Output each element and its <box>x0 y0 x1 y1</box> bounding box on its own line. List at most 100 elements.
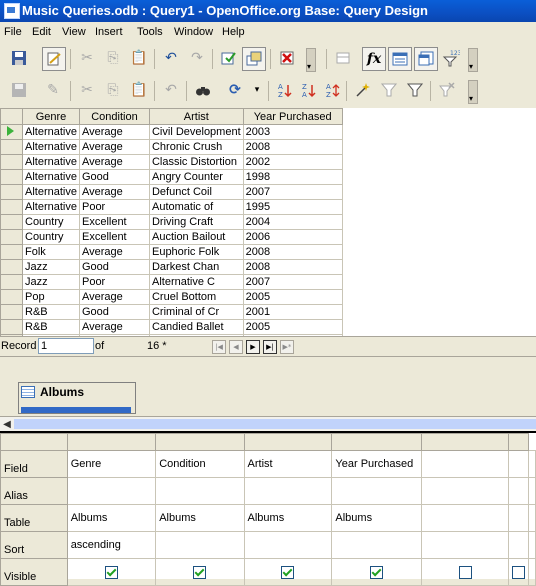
sort-cell[interactable] <box>243 531 333 559</box>
table-cell[interactable]: Euphoric Folk <box>148 244 244 260</box>
table-cell[interactable]: Average <box>78 289 150 305</box>
save-record-icon[interactable] <box>8 79 30 101</box>
row-selector[interactable] <box>0 154 23 170</box>
table-cell[interactable]: 2002 <box>242 154 343 170</box>
sort-ascending-icon[interactable]: AZ <box>274 79 296 101</box>
table-row[interactable]: Folk Average Euphoric Folk 2008 <box>0 244 343 260</box>
table-cell[interactable]: Jazz <box>22 274 80 290</box>
table-cell[interactable]: Darkest Chan <box>148 259 244 275</box>
paste-icon[interactable]: 📋 <box>128 47 150 69</box>
row-selector[interactable] <box>0 289 23 305</box>
table-cell[interactable]: Candied Ballet <box>148 319 244 335</box>
redo-icon[interactable]: ↷ <box>186 47 208 69</box>
alias-cell[interactable] <box>243 477 333 505</box>
table-cell[interactable]: R&B <box>22 304 80 320</box>
add-tables-icon[interactable] <box>332 47 354 69</box>
table-cell[interactable]: Defunct Coil <box>148 184 244 200</box>
sort-cell[interactable] <box>331 531 423 559</box>
table-cell[interactable]: Good <box>78 259 150 275</box>
table-cell[interactable]: Average <box>78 154 150 170</box>
table-cell[interactable]: Country <box>22 229 80 245</box>
toggle-design-icon[interactable] <box>242 47 266 71</box>
find-record-icon[interactable] <box>192 79 214 101</box>
table-row[interactable]: Country Excellent Driving Craft 2004 <box>0 214 343 230</box>
menu-window[interactable]: Window <box>174 26 213 38</box>
toolbar-options-icon[interactable] <box>468 80 478 104</box>
table-cell[interactable]: 2008 <box>242 244 343 260</box>
column-header[interactable]: Genre <box>22 108 80 125</box>
table-row[interactable]: Alternative Average Classic Distortion 2002 <box>0 154 343 170</box>
row-selector[interactable] <box>0 304 23 320</box>
table-cell[interactable]: R&B <box>22 319 80 335</box>
table-cell[interactable]: Poor <box>78 199 150 215</box>
table-row[interactable]: Alternative Average Defunct Coil 2007 <box>0 184 343 200</box>
scroll-left-icon[interactable]: ◀ <box>0 417 14 431</box>
undo-icon[interactable]: ↶ <box>160 79 182 101</box>
criteria-column-selector[interactable] <box>507 433 530 451</box>
table-cell[interactable]: 2001 <box>242 304 343 320</box>
last-record-icon[interactable]: ▶| <box>263 340 277 354</box>
column-header[interactable]: Year Purchased <box>242 108 343 125</box>
row-selector[interactable] <box>0 199 23 215</box>
table-field-list[interactable] <box>21 407 131 413</box>
cut-icon[interactable]: ✂ <box>76 47 98 69</box>
table-cell[interactable]: Folk <box>22 244 80 260</box>
table-cell[interactable] <box>507 504 530 532</box>
paste-icon[interactable]: 📋 <box>128 79 150 101</box>
table-row[interactable]: R&B Average Candied Ballet 2005 <box>0 319 343 335</box>
row-selector[interactable] <box>0 139 23 155</box>
alias-icon[interactable] <box>414 47 438 71</box>
table-cell[interactable]: Country <box>22 214 80 230</box>
column-header[interactable]: Artist <box>148 108 244 125</box>
column-header[interactable]: Condition <box>78 108 150 125</box>
row-selector[interactable] <box>0 214 23 230</box>
field-cell[interactable]: Condition <box>155 450 245 478</box>
record-number-input[interactable] <box>38 338 94 354</box>
table-cell[interactable]: Alternative <box>22 199 80 215</box>
field-cell[interactable]: Genre <box>66 450 157 478</box>
functions-icon[interactable]: fx <box>362 47 386 71</box>
row-selector[interactable] <box>0 184 23 200</box>
table-cell[interactable]: 1995 <box>242 199 343 215</box>
undo-icon[interactable]: ↶ <box>160 47 182 69</box>
refresh-icon[interactable]: ⟳ <box>224 79 246 101</box>
table-cell[interactable]: 2007 <box>242 184 343 200</box>
table-row[interactable]: Alternative Average Chronic Crush 2008 <box>0 139 343 155</box>
table-row[interactable]: R&B Good Criminal of Cr 2001 <box>0 304 343 320</box>
table-cell[interactable]: Excellent <box>78 229 150 245</box>
table-cell[interactable]: Albums <box>155 504 245 532</box>
visible-cell[interactable] <box>66 558 157 586</box>
row-selector[interactable] <box>0 124 23 140</box>
table-cell[interactable]: Alternative <box>22 139 80 155</box>
alias-cell[interactable] <box>507 477 530 505</box>
save-icon[interactable] <box>8 47 30 69</box>
next-record-icon[interactable]: ▶ <box>246 340 260 354</box>
field-cell[interactable] <box>507 450 530 478</box>
table-cell[interactable]: Chronic Crush <box>148 139 244 155</box>
visible-cell[interactable] <box>155 558 245 586</box>
design-horizontal-scrollbar[interactable]: ◀ <box>0 416 536 431</box>
criteria-column-selector[interactable] <box>243 433 333 451</box>
criteria-column-selector[interactable] <box>66 433 157 451</box>
sort-cell[interactable]: ascending <box>66 531 157 559</box>
table-cell[interactable]: Classic Distortion <box>148 154 244 170</box>
first-record-icon[interactable]: |◀ <box>212 340 226 354</box>
table-cell[interactable]: Jazz <box>22 259 80 275</box>
scrollbar-thumb[interactable] <box>14 419 536 429</box>
table-cell[interactable]: Cruel Bottom <box>148 289 244 305</box>
table-cell[interactable]: 2005 <box>242 319 343 335</box>
sort-descending-icon[interactable]: ZA <box>298 79 320 101</box>
apply-filter-icon[interactable] <box>404 79 426 101</box>
copy-icon[interactable]: ⎘ <box>102 79 124 101</box>
table-cell[interactable]: Alternative C <box>148 274 244 290</box>
table-cell[interactable] <box>421 504 509 532</box>
sort-icon[interactable]: AZ <box>322 79 344 101</box>
row-selector[interactable] <box>0 259 23 275</box>
criteria-column-selector[interactable] <box>331 433 423 451</box>
refresh-dropdown-icon[interactable]: ▾ <box>246 79 268 101</box>
table-row[interactable]: Jazz Good Darkest Chan 2008 <box>0 259 343 275</box>
table-cell[interactable]: 2003 <box>242 124 343 140</box>
table-cell[interactable]: Albums <box>66 504 157 532</box>
table-cell[interactable]: 2007 <box>242 274 343 290</box>
visible-cell[interactable] <box>507 558 530 586</box>
